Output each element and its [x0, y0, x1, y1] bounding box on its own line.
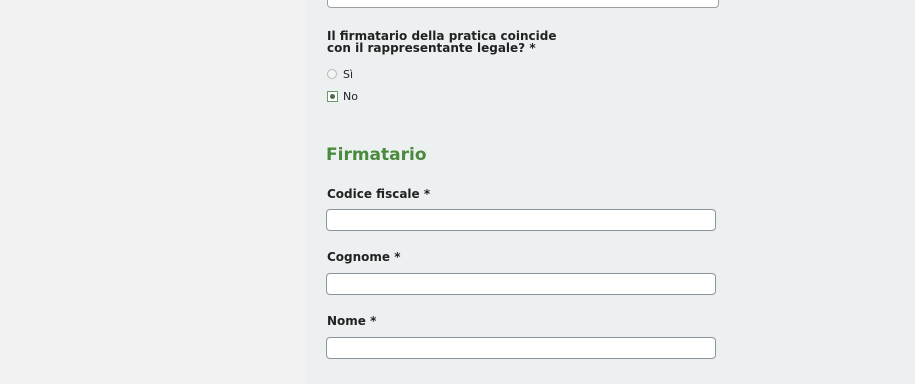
nome-input[interactable] — [326, 337, 716, 359]
question-line-2: con il rappresentante legale? * — [327, 41, 536, 55]
radio-selected-icon[interactable] — [327, 90, 338, 102]
radio-label-no: No — [343, 89, 358, 103]
radio-label-si: Sì — [343, 67, 354, 81]
previous-input-field[interactable] — [327, 0, 719, 8]
signatory-question: Il firmatario della pratica coincide con… — [327, 30, 627, 54]
cognome-input[interactable] — [326, 273, 716, 295]
radio-option-si[interactable]: Sì — [327, 67, 353, 81]
nome-label: Nome * — [327, 314, 377, 328]
codice-fiscale-input[interactable] — [326, 209, 716, 231]
codice-fiscale-label: Codice fiscale * — [327, 187, 431, 201]
cognome-label: Cognome * — [327, 250, 401, 264]
radio-option-no[interactable]: No — [327, 89, 358, 103]
left-background — [0, 0, 306, 384]
section-title-firmatario: Firmatario — [326, 145, 427, 165]
radio-unselected-icon[interactable] — [327, 69, 337, 79]
